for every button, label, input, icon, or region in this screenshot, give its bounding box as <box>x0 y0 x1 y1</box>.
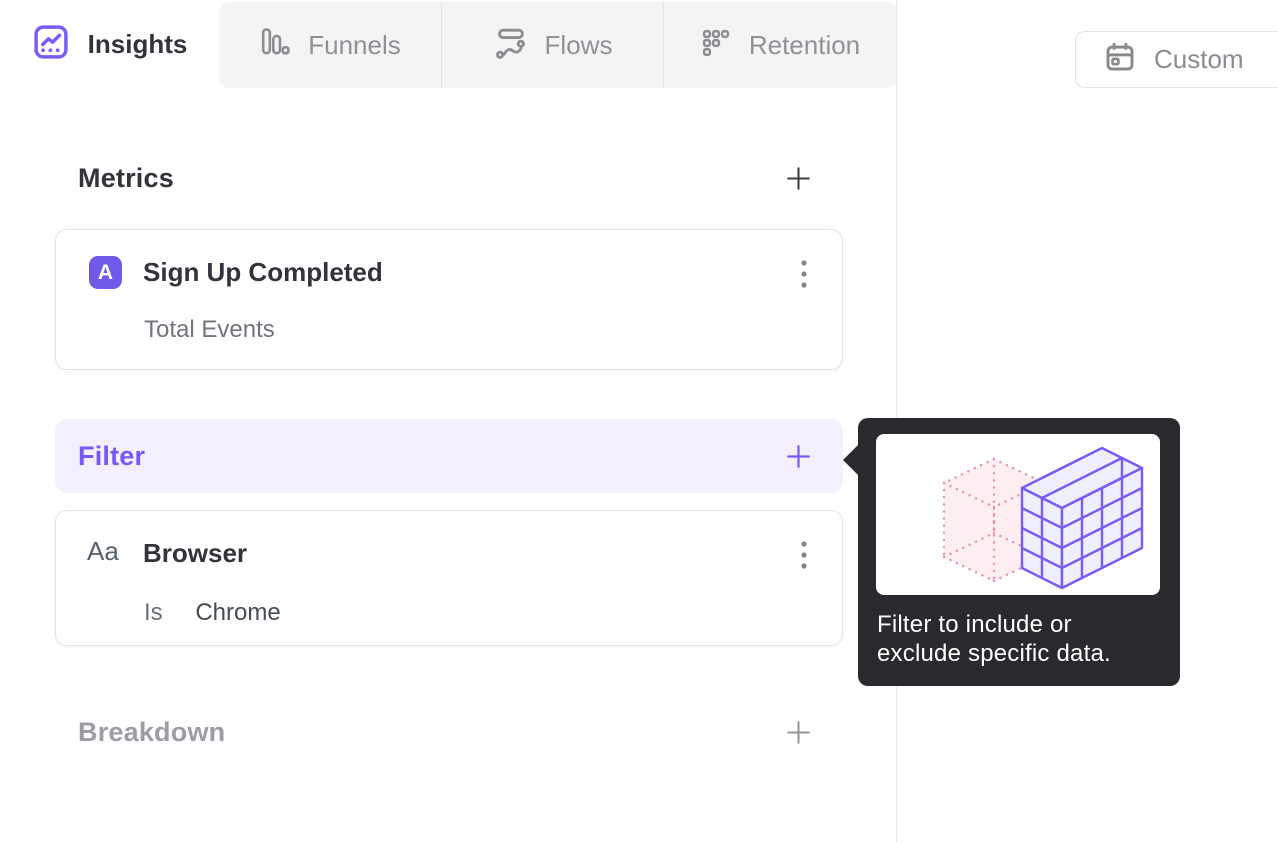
filter-operator[interactable]: Is <box>144 599 163 626</box>
filter-card[interactable]: Aa Browser Is Chrome <box>55 510 843 646</box>
tooltip-text: Filter to include or exclude specific da… <box>877 610 1167 668</box>
tab-insights[interactable]: Insights <box>0 0 219 88</box>
flows-wave-icon <box>493 26 527 65</box>
tooltip-line-2: exclude specific data. <box>877 640 1111 667</box>
metric-series-badge: A <box>89 256 122 289</box>
filter-property-name[interactable]: Browser <box>143 538 247 569</box>
kebab-menu-icon <box>801 541 807 569</box>
breakdown-section-header: Breakdown <box>55 714 843 750</box>
plus-icon <box>786 444 810 468</box>
tab-retention[interactable]: Retention <box>663 2 897 88</box>
tab-funnels-label: Funnels <box>308 29 401 60</box>
filter-section-header[interactable]: Filter <box>55 419 843 493</box>
plus-icon <box>786 720 810 744</box>
filter-cube-illustration <box>876 434 1160 595</box>
filter-clause: Is Chrome <box>144 599 281 627</box>
date-range-custom-button[interactable]: Custom <box>1075 31 1278 88</box>
metrics-section-header: Metrics <box>55 160 843 196</box>
tab-flows[interactable]: Flows <box>441 2 663 88</box>
tab-retention-label: Retention <box>748 29 861 60</box>
tab-insights-label: Insights <box>87 28 188 59</box>
kebab-menu-icon <box>801 260 807 288</box>
insights-chart-icon <box>32 23 70 66</box>
plus-icon <box>786 166 810 190</box>
filter-title: Filter <box>78 440 146 471</box>
add-filter-button[interactable] <box>783 441 813 471</box>
tooltip-line-1: Filter to include or <box>877 611 1072 638</box>
metric-options-button[interactable] <box>796 257 812 291</box>
breakdown-title: Breakdown <box>78 716 226 747</box>
tab-funnels[interactable]: Funnels <box>219 2 441 88</box>
metric-card[interactable]: A Sign Up Completed Total Events <box>55 229 843 370</box>
retention-dots-icon <box>701 28 731 63</box>
date-range-label: Custom <box>1154 44 1244 74</box>
filter-tooltip: Filter to include or exclude specific da… <box>843 418 1180 686</box>
metric-measure[interactable]: Total Events <box>144 316 275 344</box>
string-property-icon: Aa <box>87 536 119 566</box>
purple-grid-cube <box>1020 446 1144 590</box>
metric-event-name[interactable]: Sign Up Completed <box>143 257 383 288</box>
calendar-icon <box>1104 41 1136 78</box>
metrics-title: Metrics <box>78 162 174 193</box>
add-breakdown-button[interactable] <box>783 717 813 747</box>
tab-flows-label: Flows <box>544 29 613 60</box>
funnel-bars-icon <box>259 27 290 63</box>
tab-bar: Funnels Flows Retention <box>219 2 897 88</box>
filter-options-button[interactable] <box>796 538 812 572</box>
cube-illustration-svg <box>942 446 1144 590</box>
add-metric-button[interactable] <box>783 163 813 193</box>
filter-value[interactable]: Chrome <box>195 599 280 626</box>
